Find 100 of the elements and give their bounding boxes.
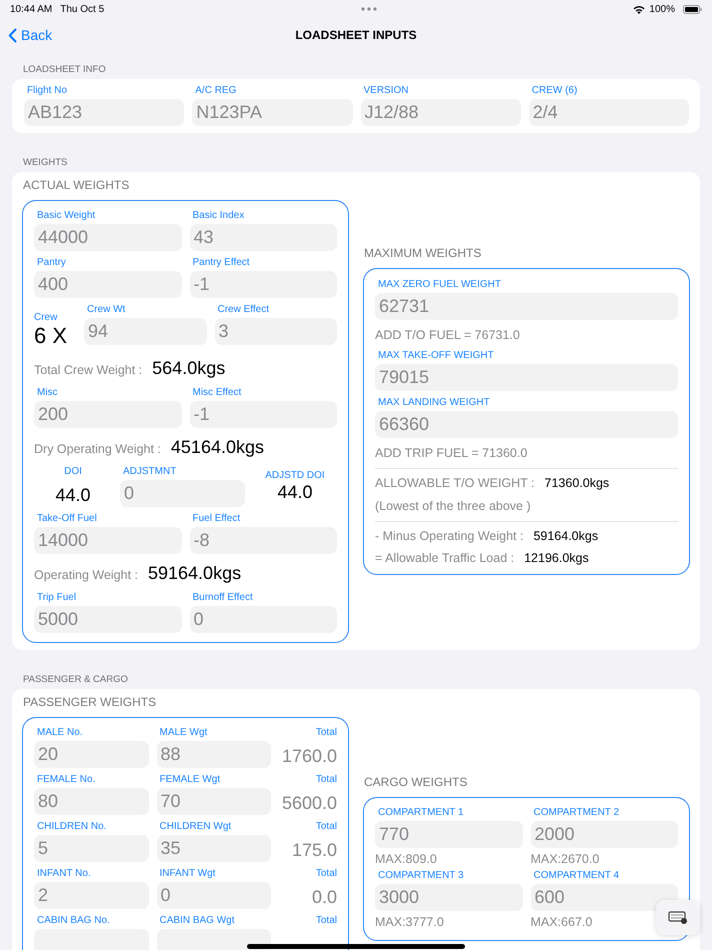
field-label: COMPARTMENT 1 bbox=[377, 807, 465, 818]
keyboard-button[interactable] bbox=[656, 900, 700, 935]
field-label: CHILDREN Wgt bbox=[158, 821, 232, 832]
field-label: ADJSTMNT bbox=[122, 466, 178, 477]
field-label: MALE Wgt bbox=[158, 727, 208, 738]
input-field[interactable]: 5 bbox=[34, 835, 148, 862]
input-field[interactable]: 200 bbox=[34, 401, 182, 428]
field-label: CHILDREN No. bbox=[36, 821, 108, 832]
field-label: Misc bbox=[36, 387, 59, 398]
status-time: 10:44 AM bbox=[10, 4, 52, 14]
input-field[interactable]: J12/88 bbox=[360, 99, 521, 126]
field-label: VERSION bbox=[362, 85, 410, 96]
note-text: (Lowest of the three above ) bbox=[375, 498, 532, 515]
field-label: INFANT Wgt bbox=[158, 868, 216, 879]
field-label: Take-Off Fuel bbox=[36, 513, 98, 524]
field-label: MAX LANDING WEIGHT bbox=[377, 397, 491, 408]
back-chevron-icon[interactable] bbox=[8, 28, 17, 42]
battery-percent: 100% bbox=[649, 4, 675, 14]
field-label: Basic Weight bbox=[36, 210, 96, 221]
input-field[interactable]: 14000 bbox=[34, 527, 182, 554]
battery-icon bbox=[683, 4, 702, 14]
input-field[interactable]: 3000 bbox=[375, 884, 522, 911]
input-field[interactable]: 35 bbox=[156, 835, 271, 862]
field-label: Burnoff Effect bbox=[192, 592, 254, 603]
field-label: MALE No. bbox=[36, 727, 84, 738]
field-label: Crew Effect bbox=[216, 304, 270, 315]
input-field[interactable]: -1 bbox=[190, 401, 337, 428]
note-text: ADD T/O FUEL = 76731.0 bbox=[375, 327, 521, 344]
card-title: MAXIMUM WEIGHTS bbox=[363, 246, 482, 262]
input-field[interactable]: 2 bbox=[34, 882, 148, 909]
input-field[interactable]: 5000 bbox=[34, 606, 182, 633]
wifi-icon bbox=[633, 4, 646, 14]
input-field[interactable]: 20 bbox=[34, 741, 148, 768]
input-field[interactable] bbox=[156, 929, 271, 950]
input-field[interactable]: 44000 bbox=[34, 224, 182, 251]
input-field[interactable]: 88 bbox=[156, 741, 271, 768]
input-field[interactable]: 80 bbox=[34, 788, 148, 815]
status-date: Thu Oct 5 bbox=[60, 4, 104, 14]
input-field[interactable]: 0 bbox=[156, 882, 271, 909]
section-header: LOADSHEET INFO bbox=[22, 63, 107, 77]
note-text: ADD TRIP FUEL = 71360.0 bbox=[375, 445, 528, 462]
field-label: CABIN BAG Wgt bbox=[158, 915, 236, 926]
input-field[interactable]: 79015 bbox=[375, 364, 678, 391]
input-field[interactable]: 62731 bbox=[375, 293, 678, 320]
max-text: MAX:667.0 bbox=[530, 914, 594, 931]
input-field[interactable]: 0 bbox=[120, 480, 245, 507]
section-header: PASSENGER & CARGO bbox=[22, 673, 129, 687]
input-field[interactable]: 600 bbox=[530, 884, 678, 911]
field-label: MAX TAKE-OFF WEIGHT bbox=[377, 350, 495, 361]
dots-icon[interactable] bbox=[360, 7, 377, 11]
field-label: COMPARTMENT 4 bbox=[532, 870, 620, 881]
field-label: A/C REG bbox=[194, 85, 238, 96]
total-value: 0.0 bbox=[312, 887, 337, 908]
total-label: Total bbox=[316, 915, 337, 926]
total-label: Operating Weight : bbox=[34, 568, 138, 582]
total-label: Dry Operating Weight : bbox=[34, 442, 161, 456]
total-value: 45164.0kgs bbox=[170, 437, 264, 458]
input-field[interactable]: -8 bbox=[190, 527, 337, 554]
section-header: WEIGHTS bbox=[22, 156, 68, 170]
input-field[interactable]: 94 bbox=[84, 318, 206, 345]
back-button[interactable]: Back bbox=[8, 27, 52, 43]
field-label: FEMALE No. bbox=[36, 774, 96, 785]
max-text: MAX:809.0 bbox=[375, 851, 438, 868]
result-value: 12196.0kgs bbox=[524, 551, 589, 565]
total-value: 5600.0 bbox=[282, 793, 337, 814]
field-label: MAX ZERO FUEL WEIGHT bbox=[377, 279, 502, 290]
crew-label: Crew bbox=[34, 312, 58, 323]
card-title: ACTUAL WEIGHTS bbox=[22, 178, 130, 194]
total-label: Total bbox=[316, 727, 337, 738]
input-field[interactable]: 43 bbox=[190, 224, 337, 251]
result-label: - Minus Operating Weight : bbox=[375, 529, 524, 543]
total-label: Total bbox=[316, 774, 337, 785]
input-field[interactable]: 770 bbox=[375, 821, 522, 848]
crew-count: 6 X bbox=[34, 323, 68, 349]
input-field[interactable]: 66360 bbox=[375, 411, 678, 438]
doi-value: 44.0 bbox=[55, 485, 91, 506]
field-label: Fuel Effect bbox=[192, 513, 242, 524]
input-field[interactable]: N123PA bbox=[192, 99, 352, 126]
input-field[interactable]: 70 bbox=[156, 788, 271, 815]
field-label: COMPARTMENT 2 bbox=[532, 807, 620, 818]
field-label: FEMALE Wgt bbox=[158, 774, 222, 785]
card-title: PASSENGER WEIGHTS bbox=[22, 695, 158, 711]
max-text: MAX:3777.0 bbox=[375, 914, 445, 931]
input-field[interactable]: AB123 bbox=[24, 99, 184, 126]
input-field[interactable]: 2/4 bbox=[528, 99, 689, 126]
input-field[interactable]: 3 bbox=[214, 318, 337, 345]
input-field[interactable]: -1 bbox=[190, 271, 337, 298]
input-field[interactable]: 2000 bbox=[530, 821, 678, 848]
result-value: 71360.0kgs bbox=[544, 476, 610, 490]
field-label: Basic Index bbox=[192, 210, 246, 221]
total-value: 564.0kgs bbox=[152, 358, 226, 379]
field-label: Pantry bbox=[36, 257, 67, 268]
input-field[interactable]: 400 bbox=[34, 271, 182, 298]
total-label: Total bbox=[316, 868, 337, 879]
keyboard-icon[interactable] bbox=[668, 911, 688, 924]
total-value: 59164.0kgs bbox=[148, 563, 242, 584]
field-label: Flight No bbox=[26, 85, 68, 96]
card-title: CARGO WEIGHTS bbox=[363, 775, 468, 791]
input-field[interactable]: 0 bbox=[190, 606, 337, 633]
page-title: LOADSHEET INPUTS bbox=[295, 28, 417, 42]
